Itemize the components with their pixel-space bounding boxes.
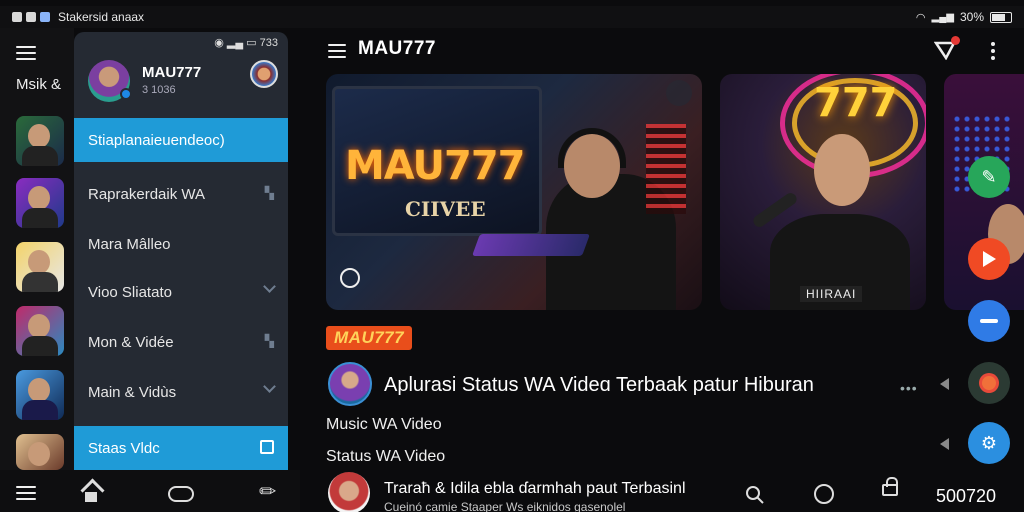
brand-tag: MAU777 [326, 326, 413, 350]
subtitle-line-2: Status WA Video [326, 448, 446, 465]
rail-title: Msik & [16, 76, 61, 93]
card-brand-text: MAU777 [345, 143, 526, 189]
drawer-item-2[interactable]: Mara Mâlleo [74, 222, 288, 266]
monitor-image: MAU777 CIIVEE [332, 86, 542, 236]
person-head [814, 134, 870, 206]
menu-icon[interactable] [328, 40, 346, 62]
rail-thumbnail[interactable] [16, 306, 64, 356]
rail-thumbnail[interactable] [16, 434, 64, 470]
drawer-item-0[interactable]: Stiaplanaieuendeoc) [74, 118, 288, 162]
wrench-icon[interactable]: ✎ [255, 478, 282, 505]
back-arrow-icon[interactable] [940, 438, 949, 450]
microphone-icon [340, 268, 360, 288]
minus-icon[interactable] [968, 300, 1010, 342]
account-badge[interactable] [250, 60, 278, 88]
notification-icon [26, 12, 36, 22]
drawer-item-label: Main & Vidùs [88, 383, 177, 401]
navigation-drawer: ◉ ▂▄ ▭ 733 MAU777 3 1036 Stiaplanaieuend… [74, 32, 288, 470]
notification-icon [40, 12, 50, 22]
keyboard-image [471, 234, 591, 256]
rail-thumbnail[interactable] [16, 116, 64, 166]
notification-icon [12, 12, 22, 22]
rail-thumbnail[interactable] [16, 242, 64, 292]
signal-icon: ▂▄▆ [931, 11, 954, 23]
battery-percent: 30% [959, 10, 984, 24]
drawer-item-1[interactable]: Raprakerdaik WA ▚ [74, 172, 288, 216]
neon-lights [646, 124, 686, 214]
profile-avatar[interactable] [88, 60, 132, 102]
drawer-item-5[interactable]: Main & Vidùs [74, 370, 288, 414]
menu-icon[interactable] [16, 42, 36, 64]
chevron-down-icon [263, 280, 276, 293]
drawer-item-6[interactable]: Staas Vldc [74, 426, 288, 470]
play-icon[interactable] [968, 238, 1010, 280]
search-icon[interactable] [744, 484, 766, 511]
ticket-icon[interactable]: ✎ [968, 156, 1010, 198]
profile-subtitle: 3 1036 [142, 84, 176, 96]
bottom-nav: ✎ [0, 470, 300, 512]
status-right: ◠ ▂▄▆ 30% [916, 10, 1012, 24]
rail-thumbnail[interactable] [16, 178, 64, 228]
drawer-item-4[interactable]: Mon & Vidée ▚ [74, 320, 288, 364]
battery-icon [990, 11, 1012, 23]
notification-icon[interactable] [933, 36, 960, 61]
profile-name: MAU777 [142, 64, 202, 81]
subtitle-line-1: Music WA Video [326, 416, 442, 433]
flower-icon[interactable] [968, 362, 1010, 404]
app-title: MAU777 [358, 38, 436, 59]
gear-icon[interactable]: ⚙ [968, 422, 1010, 464]
card-sub-text: CIIVEE [405, 197, 486, 221]
wifi-icon: ◠ [915, 11, 926, 24]
verified-icon [120, 88, 132, 100]
chevron-down-icon [263, 380, 276, 393]
gift-icon [260, 440, 274, 454]
headphones [558, 128, 626, 168]
status-left-text: Stakersid anaax [58, 10, 145, 24]
plus-icon: ▚ [264, 334, 274, 348]
drawer-item-label: Staas Vldc [88, 439, 160, 457]
drawer-item-label: Mara Mâlleo [88, 235, 171, 253]
card-more-icon[interactable] [666, 80, 692, 106]
video-title[interactable]: Aplurasi Status WA Videɑ Terbaak patur H… [384, 374, 814, 397]
home-icon[interactable] [82, 488, 100, 504]
drawer-item-label: Mon & Vidée [88, 333, 174, 351]
drawer-header: ◉ ▂▄ ▭ 733 MAU777 3 1036 [74, 32, 288, 118]
channel-avatar[interactable] [328, 362, 372, 406]
drawer-status-icons: ◉ ▂▄ ▭ 733 [214, 37, 278, 49]
notification-dot [951, 36, 960, 45]
drawer-item-label: Stiaplanaieuendeoc) [88, 131, 225, 149]
clock-icon[interactable] [814, 484, 834, 504]
pill-icon[interactable] [168, 486, 194, 502]
back-arrow-icon[interactable] [940, 378, 949, 390]
status-bar: Stakersid anaax ◠ ▂▄▆ 30% [0, 6, 1024, 28]
plus-icon: ▚ [264, 186, 274, 200]
next-video-title[interactable]: Traraħ & Idila ebla ɗarmhah paut Terbasi… [384, 480, 686, 498]
next-video-subtitle: Cueinó camie Staaper Ws eiknidos gasenol… [384, 500, 626, 512]
card-label: HIIRAAI [800, 286, 863, 302]
view-count: 500720 [936, 486, 997, 506]
video-card[interactable]: MAU777 CIIVEE [326, 74, 702, 310]
more-options-icon[interactable] [990, 42, 996, 63]
drawer-item-label: Vioo Sliatato [88, 283, 172, 301]
rail-thumbnail[interactable] [16, 370, 64, 420]
drawer-item-label: Raprakerdaik WA [88, 185, 205, 203]
left-rail: Msik & [0, 28, 74, 470]
card-neon-text: 777 [814, 80, 898, 126]
video-card[interactable]: 777 HIIRAAI [720, 74, 926, 310]
lock-icon[interactable] [882, 477, 898, 496]
more-options-icon[interactable]: ••• [900, 380, 918, 396]
menu-icon[interactable] [16, 482, 36, 504]
drawer-item-3[interactable]: Vioo Sliatato [74, 270, 288, 314]
next-video-avatar[interactable] [328, 472, 370, 512]
